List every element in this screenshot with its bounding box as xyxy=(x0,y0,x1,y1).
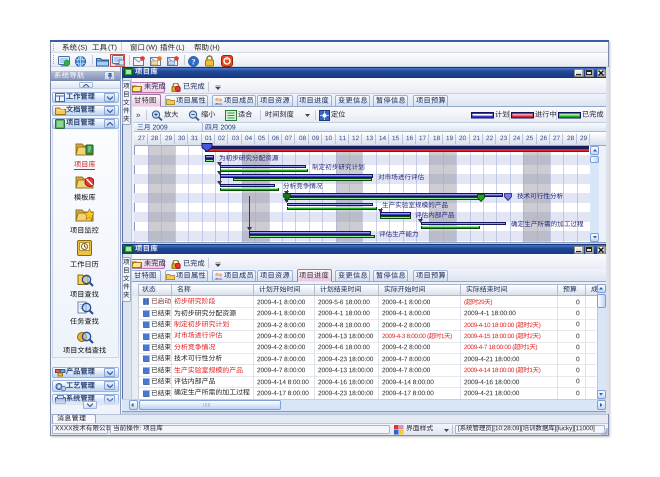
svg-text:?: ? xyxy=(191,57,195,67)
